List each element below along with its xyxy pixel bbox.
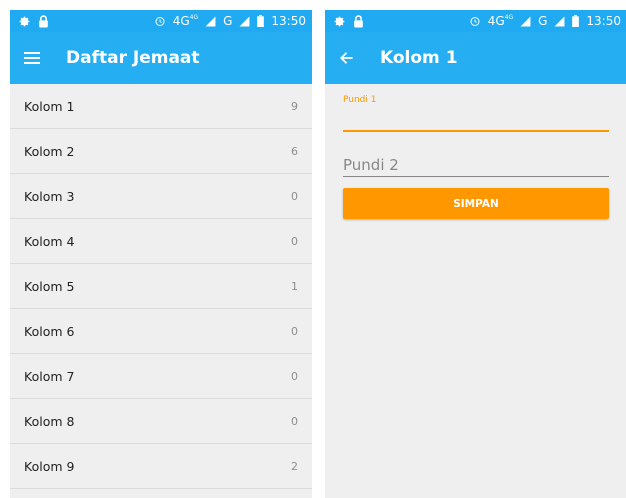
signal-icon-2 — [554, 16, 565, 27]
detail-screen: 4G 4G G 13:50 Kolom 1 Pundi 1 Pundi 2 SIM… — [325, 10, 626, 498]
save-button[interactable]: SIMPAN — [343, 188, 609, 219]
clock-time: 13:50 — [586, 14, 621, 28]
lock-icon — [38, 14, 49, 28]
list-item-count: 6 — [291, 144, 298, 158]
pundi1-input[interactable] — [343, 130, 609, 132]
list-item[interactable]: Kolom 9 2 — [10, 444, 312, 489]
list-item-label: Kolom 1 — [24, 98, 75, 114]
list-item[interactable]: Kolom 4 0 — [10, 219, 312, 264]
battery-icon — [257, 15, 265, 27]
list-item[interactable]: Kolom 5 1 — [10, 264, 312, 309]
clock-time: 13:50 — [271, 14, 306, 28]
list-item[interactable]: Kolom 7 0 — [10, 354, 312, 399]
list-item-label: Kolom 9 — [24, 458, 75, 474]
list-item[interactable]: Kolom 1 9 — [10, 84, 312, 129]
list-item-count: 0 — [291, 234, 298, 248]
list-item[interactable]: Kolom 6 0 — [10, 309, 312, 354]
app-toolbar: Kolom 1 — [325, 32, 626, 84]
alarm-icon — [469, 15, 481, 27]
list-item[interactable]: Kolom 8 0 — [10, 399, 312, 444]
list-item-count: 0 — [291, 324, 298, 338]
list-item-label: Kolom 7 — [24, 368, 75, 384]
lock-icon — [353, 14, 364, 28]
page-title: Kolom 1 — [380, 48, 458, 68]
signal-icon — [520, 16, 531, 27]
list-item-label: Kolom 4 — [24, 233, 75, 249]
signal-icon — [205, 16, 216, 27]
network-label-2: G — [223, 14, 233, 28]
list-item[interactable]: Kolom 3 0 — [10, 174, 312, 219]
menu-icon[interactable] — [24, 52, 40, 64]
list-item-count: 0 — [291, 369, 298, 383]
signal-icon-2 — [239, 16, 250, 27]
list-screen: 4G 4G G 13:50 Daftar Jemaat Kolom 1 9 Kolom… — [10, 10, 312, 498]
list-item-count: 0 — [291, 414, 298, 428]
kolom-list: Kolom 1 9 Kolom 2 6 Kolom 3 0 Kolom 4 0 Kolom 5 1… — [10, 84, 312, 489]
pundi2-input[interactable]: Pundi 2 — [343, 156, 609, 174]
network-label: 4G 4G — [172, 14, 199, 28]
list-item-count: 0 — [291, 189, 298, 203]
gear-icon — [333, 15, 346, 28]
pundi-form: Pundi 1 Pundi 2 SIMPAN — [325, 84, 626, 219]
list-item[interactable]: Kolom 2 6 — [10, 129, 312, 174]
list-item-count: 9 — [291, 99, 298, 113]
status-bar: 4G 4G G 13:50 — [325, 10, 626, 32]
pundi2-underline — [343, 176, 609, 177]
list-item-label: Kolom 3 — [24, 188, 75, 204]
status-bar: 4G 4G G 13:50 — [10, 10, 312, 32]
app-toolbar: Daftar Jemaat — [10, 32, 312, 84]
list-item-count: 2 — [291, 459, 298, 473]
network-label: 4G 4G — [487, 14, 514, 28]
list-item-label: Kolom 2 — [24, 143, 75, 159]
list-item-label: Kolom 5 — [24, 278, 75, 294]
page-title: Daftar Jemaat — [66, 48, 200, 68]
back-arrow-icon[interactable] — [339, 51, 354, 65]
list-item-label: Kolom 8 — [24, 413, 75, 429]
list-item-count: 1 — [291, 279, 298, 293]
gear-icon — [18, 15, 31, 28]
network-label-2: G — [538, 14, 548, 28]
pundi1-label: Pundi 1 — [343, 95, 377, 105]
alarm-icon — [154, 15, 166, 27]
battery-icon — [572, 15, 580, 27]
list-item-label: Kolom 6 — [24, 323, 75, 339]
